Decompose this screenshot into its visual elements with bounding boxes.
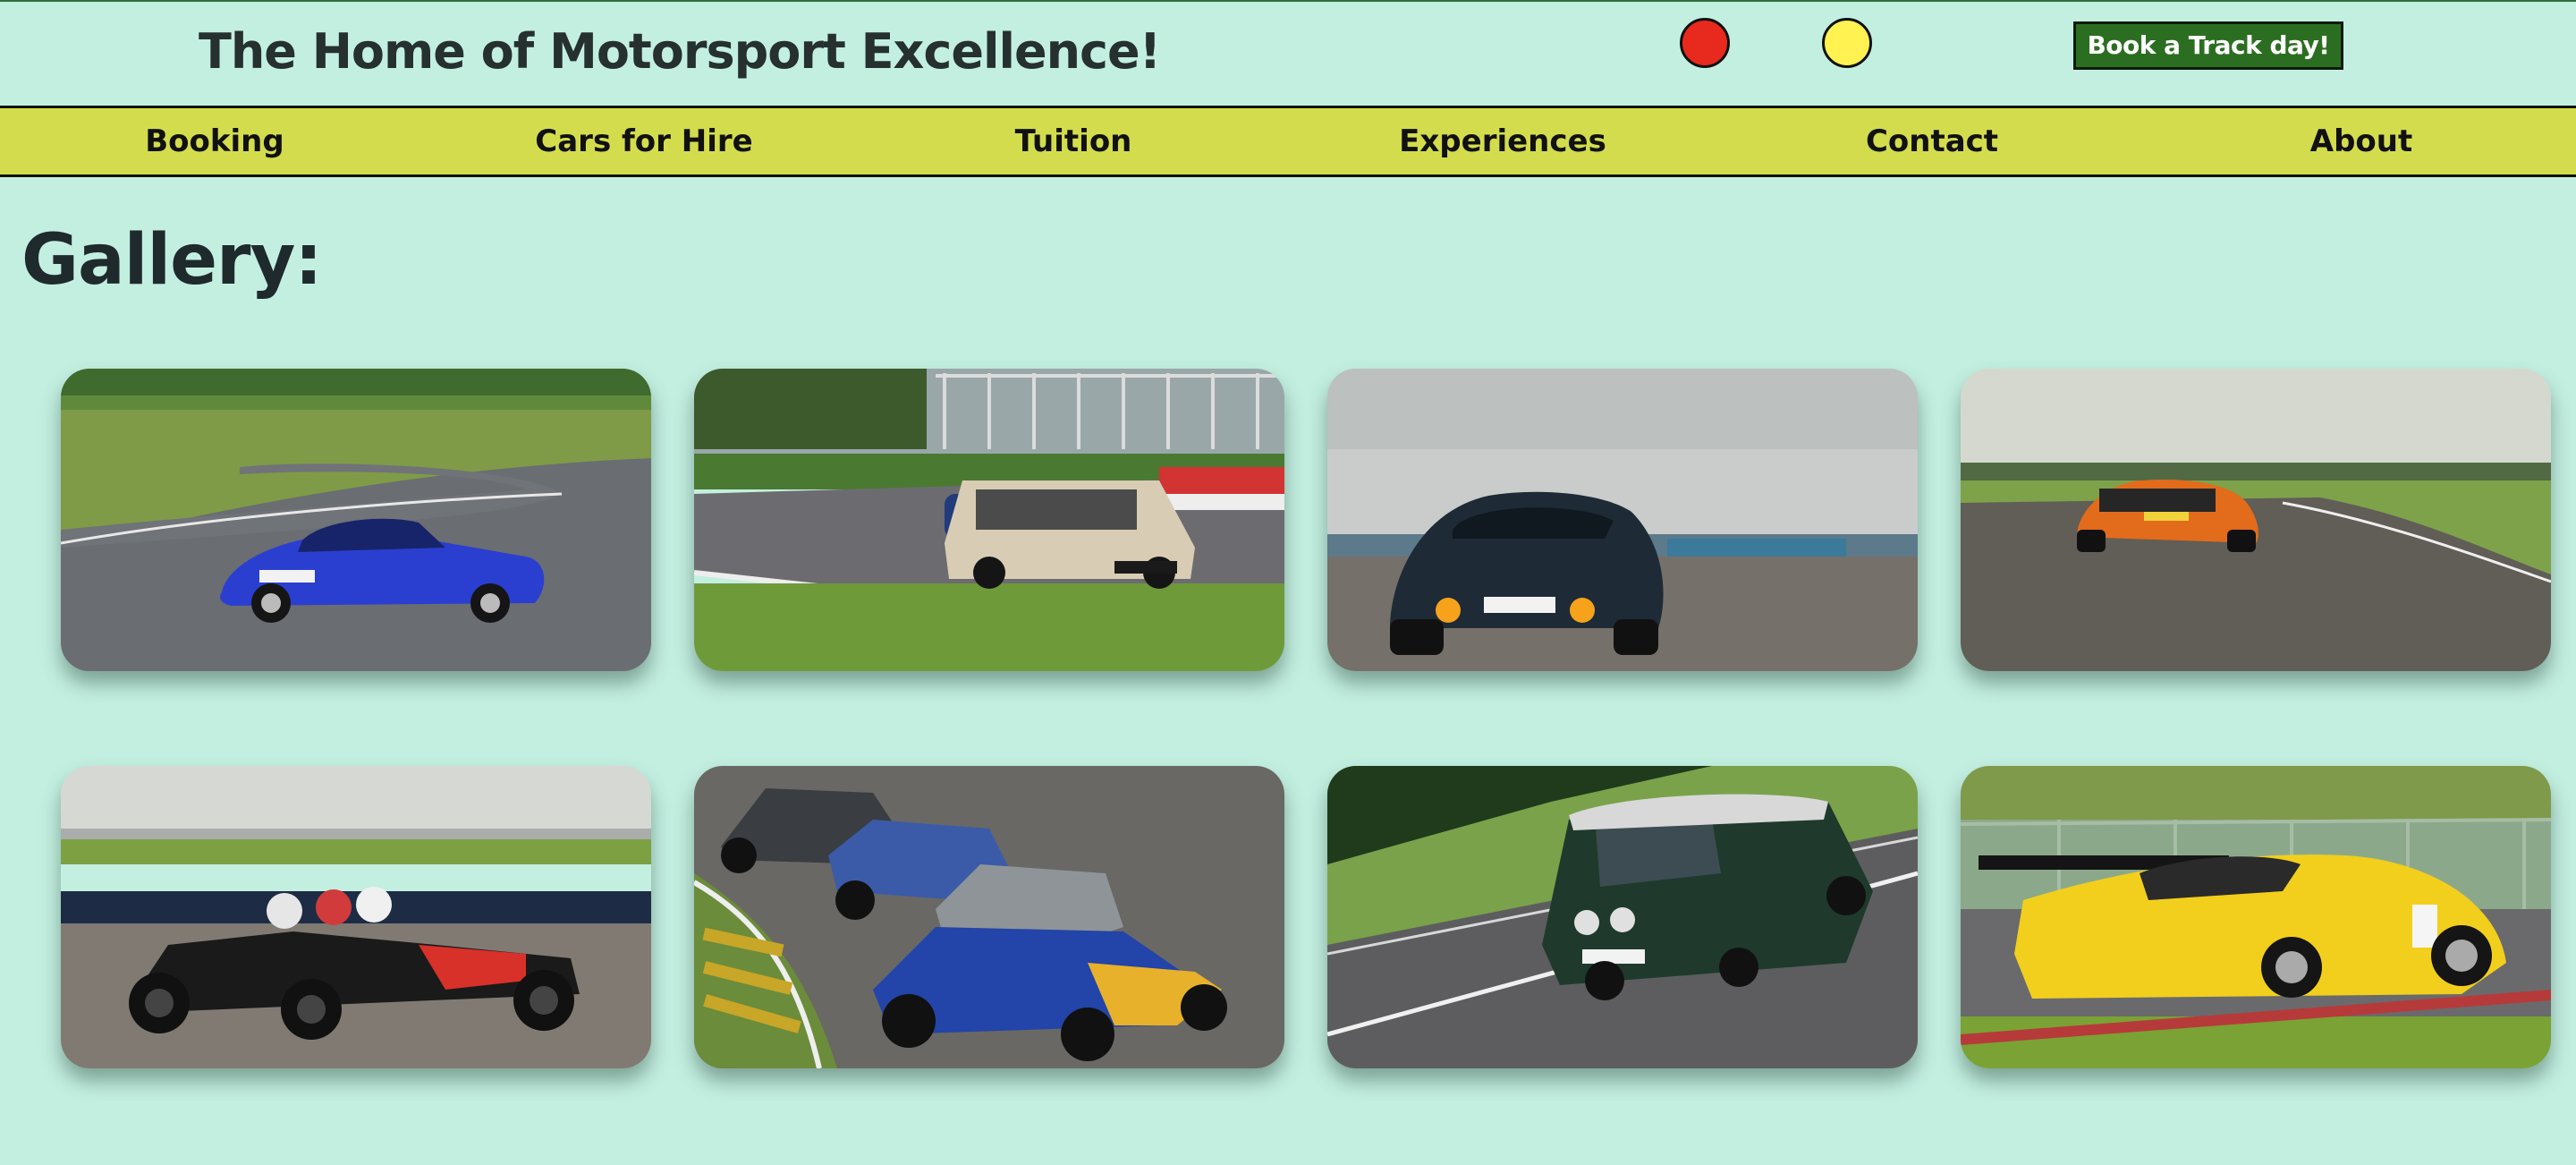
red-light-indicator (1680, 18, 1730, 68)
gallery-photo-blue-porsche[interactable] (61, 369, 651, 671)
car-shape (945, 480, 1195, 589)
book-track-day-button[interactable]: Book a Track day! (2073, 21, 2343, 70)
nav-item-about[interactable]: About (2147, 108, 2576, 174)
site-header: The Home of Motorsport Excellence! Book … (0, 0, 2576, 106)
gallery-photo-green-mini[interactable] (1327, 766, 1918, 1068)
nav-item-booking[interactable]: Booking (0, 108, 429, 174)
nav-item-experiences[interactable]: Experiences (1288, 108, 1717, 174)
yellow-light-indicator (1822, 18, 1872, 68)
nav-item-contact[interactable]: Contact (1717, 108, 2147, 174)
nav-item-tuition[interactable]: Tuition (859, 108, 1288, 174)
gallery-photo-caterham-pack[interactable] (694, 766, 1284, 1068)
gallery-heading: Gallery: (21, 220, 323, 301)
gallery-photo-orange-mclaren[interactable] (1961, 369, 2551, 671)
site-title: The Home of Motorsport Excellence! (199, 23, 1161, 80)
gallery-photo-sports-car-rear[interactable] (1327, 369, 1918, 671)
gallery-photo-classic-mini[interactable] (694, 369, 1284, 671)
main-nav: Booking Cars for Hire Tuition Experience… (0, 106, 2576, 177)
nav-item-cars-for-hire[interactable]: Cars for Hire (429, 108, 859, 174)
gallery-photo-yellow-ferrari[interactable] (1961, 766, 2551, 1068)
gallery-photo-ariel-atom[interactable] (61, 766, 651, 1068)
